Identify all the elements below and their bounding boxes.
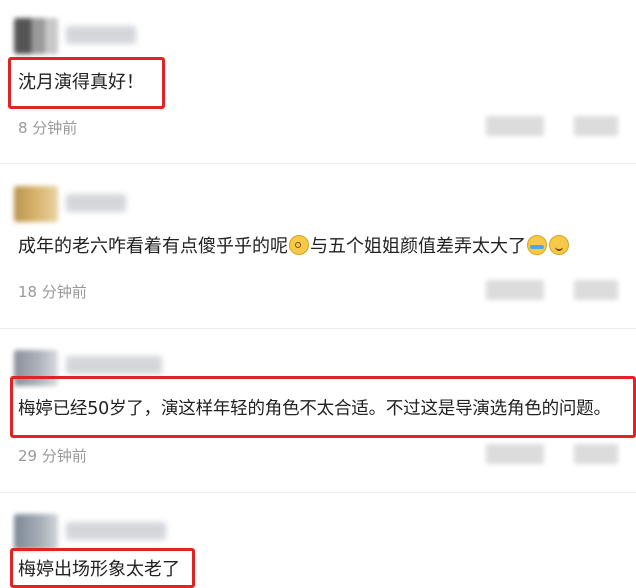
username[interactable] [66,356,162,374]
divider [0,492,636,493]
comment-text: 梅婷出场形象太老了 [18,559,180,580]
comment-text: 沈月演得真好！ [18,72,144,93]
comment-text: 成年的老六咋看着有点傻乎乎的呢 与五个姐姐颜值差弄太大了 [18,234,570,260]
smiling-face-icon [549,235,569,255]
reply-action[interactable] [486,280,544,300]
crying-laughing-icon [527,235,547,255]
dizzy-face-icon [289,235,309,255]
comment-time: 29 分钟前 [18,447,87,465]
like-action[interactable] [574,280,618,300]
like-action[interactable] [574,116,618,136]
divider [0,328,636,329]
avatar[interactable] [14,514,58,550]
avatar[interactable] [14,186,58,222]
comment-text-part: 与五个姐姐颜值差弄太大了 [310,236,526,257]
username[interactable] [66,522,166,540]
like-action[interactable] [574,444,618,464]
reply-action[interactable] [486,444,544,464]
divider [0,163,636,164]
username[interactable] [66,26,136,44]
comment-time: 8 分钟前 [18,119,78,137]
username[interactable] [66,194,126,212]
avatar[interactable] [14,18,58,54]
reply-action[interactable] [486,116,544,136]
comment-text: 梅婷已经50岁了，演这样年轻的角色不太合适。不过这是导演选角色的问题。 [18,399,611,419]
comment-time: 18 分钟前 [18,283,87,301]
comment-text-part: 成年的老六咋看着有点傻乎乎的呢 [18,236,288,257]
